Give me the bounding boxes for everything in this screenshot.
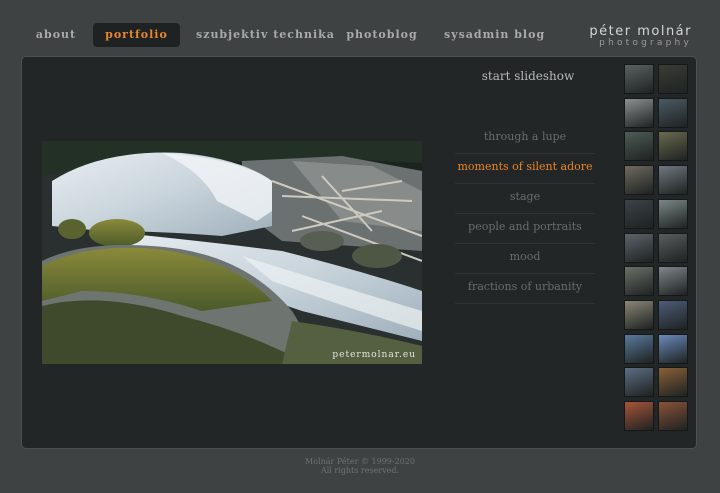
gallery-stage[interactable]: stage [455,185,595,214]
gallery-fractions-of-urbanity[interactable]: fractions of urbanity [455,275,595,304]
gallery-people-and-portraits[interactable]: people and portraits [455,215,595,244]
nav-portfolio[interactable]: portfolio [93,23,180,47]
gallery-thumbnail[interactable] [658,300,688,330]
gallery-thumbnail[interactable] [658,367,688,397]
gallery-thumbnail[interactable] [624,300,654,330]
site-logo[interactable]: péter molnár photography [568,25,692,49]
top-navigation: about portfolio szubjektiv technika phot… [0,0,720,56]
gallery-thumbnail[interactable] [658,199,688,229]
gallery-through-a-lupe[interactable]: through a lupe [455,125,595,154]
rights-text: All rights reserved. [320,466,400,475]
photo-watermark: petermolnar.eu [332,350,416,360]
gallery-thumbnail[interactable] [658,165,688,195]
gallery-thumbnail[interactable] [658,131,688,161]
logo-name: péter molnár [589,24,692,39]
gallery-thumbnail[interactable] [658,98,688,128]
gallery-thumbnail[interactable] [624,334,654,364]
waterfall-image [42,141,422,364]
gallery-thumbnail[interactable] [658,401,688,431]
gallery-thumbnail[interactable] [624,401,654,431]
gallery-thumbnail[interactable] [624,367,654,397]
logo-subtitle: photography [599,38,692,48]
gallery-thumbnail[interactable] [658,64,688,94]
gallery-thumbnail[interactable] [624,64,654,94]
gallery-thumbnail[interactable] [658,233,688,263]
gallery-thumbnail[interactable] [624,98,654,128]
nav-photoblog[interactable]: photoblog [344,23,420,47]
gallery-thumbnail[interactable] [624,266,654,296]
nav-sysadmin-blog[interactable]: sysadmin blog [444,23,544,47]
nav-szubjektiv-technika[interactable]: szubjektiv technika [196,23,334,47]
gallery-thumbnail[interactable] [624,233,654,263]
gallery-thumbnail[interactable] [624,165,654,195]
nav-about[interactable]: about [30,23,82,47]
start-slideshow-link[interactable]: start slideshow [460,69,596,83]
gallery-thumbnail[interactable] [658,266,688,296]
footer: Molnár Péter © 1999-2020 All rights rese… [0,457,720,475]
gallery-moments-of-silent-adore[interactable]: moments of silent adore [455,155,595,184]
gallery-thumbnail[interactable] [624,199,654,229]
gallery-thumbnail[interactable] [624,131,654,161]
gallery-mood[interactable]: mood [455,245,595,274]
gallery-thumbnail[interactable] [658,334,688,364]
gallery-menu: through a lupe moments of silent adore s… [455,125,595,305]
main-photo[interactable]: petermolnar.eu [42,141,422,364]
copyright-text: Molnár Péter © 1999-2020 [305,457,415,466]
